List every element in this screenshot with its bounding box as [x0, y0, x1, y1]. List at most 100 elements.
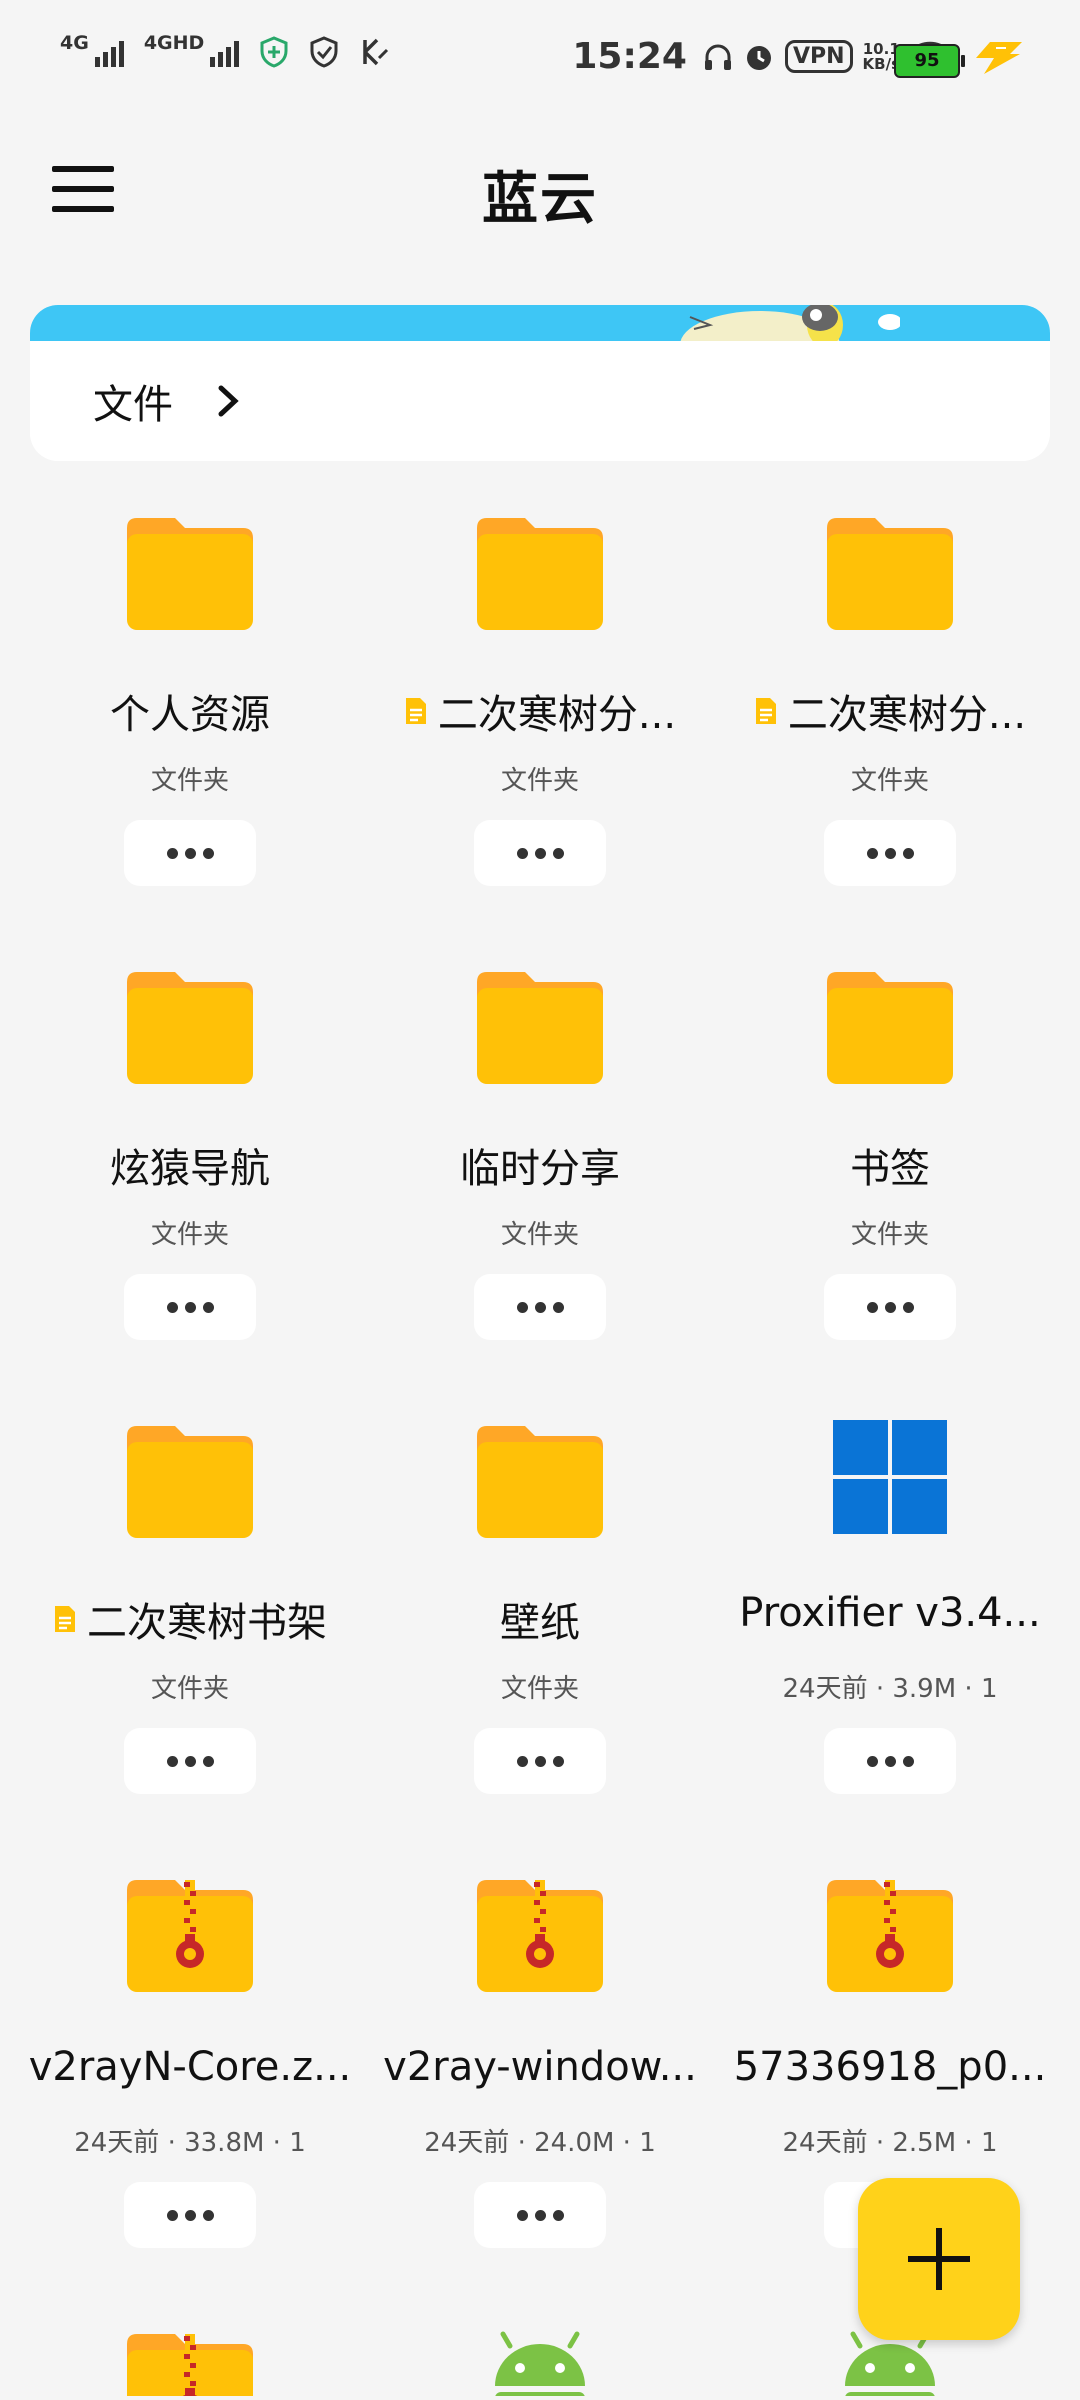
windows-exe-icon	[825, 1418, 955, 1538]
more-options-button[interactable]	[824, 1274, 956, 1340]
file-name: v2rayN-Core.z...	[15, 2044, 365, 2090]
folder-icon	[825, 964, 955, 1084]
document-icon	[404, 696, 428, 726]
more-horizontal-icon	[866, 1301, 914, 1313]
file-name-text: 二次寒树书架	[87, 1600, 327, 1646]
more-options-button[interactable]	[474, 1274, 606, 1340]
folder-icon	[475, 1418, 605, 1538]
more-horizontal-icon	[516, 847, 564, 859]
signal-bars-icon	[94, 37, 124, 67]
file-name: 57336918_p0...	[715, 2044, 1065, 2090]
document-icon	[53, 1604, 77, 1634]
file-meta: 24天前 · 2.5M · 1	[782, 2128, 998, 2158]
more-options-button[interactable]	[474, 2182, 606, 2248]
file-meta: 24天前 · 3.9M · 1	[782, 1674, 998, 1704]
file-item[interactable]: 二次寒树分... 文件夹	[715, 510, 1065, 964]
folder-icon	[475, 510, 605, 630]
file-name: 个人资源	[15, 682, 365, 740]
battery-indicator: 95	[894, 44, 965, 78]
file-name: 壁纸	[365, 1590, 715, 1648]
file-meta: 文件夹	[150, 1674, 229, 1704]
zip-archive-icon	[125, 2326, 255, 2396]
breadcrumb[interactable]: 文件	[30, 341, 1050, 461]
file-item[interactable]: 壁纸 文件夹	[365, 1418, 715, 1872]
file-name-text: v2rayN-Core.z...	[28, 2044, 352, 2090]
more-horizontal-icon	[866, 847, 914, 859]
file-item[interactable]: Proxifier v3.4... 24天前 · 3.9M · 1	[715, 1418, 1065, 1872]
file-item[interactable]: v2ray-window... 24天前 · 24.0M · 1	[365, 1872, 715, 2326]
network-type-1: 4G	[60, 32, 89, 54]
data-saver-icon	[363, 38, 389, 66]
more-options-button[interactable]	[124, 1274, 256, 1340]
file-name-text: 书签	[850, 1146, 930, 1192]
path-card: 文件	[30, 305, 1050, 461]
folder-icon	[475, 964, 605, 1084]
file-item[interactable]: 二次寒树分... 文件夹	[365, 510, 715, 964]
file-meta: 文件夹	[850, 1220, 929, 1250]
more-horizontal-icon	[516, 1755, 564, 1767]
file-name-text: v2ray-window...	[383, 2044, 697, 2090]
add-button[interactable]	[858, 2178, 1020, 2340]
vpn-badge: VPN	[784, 40, 853, 73]
file-item[interactable]	[15, 2326, 365, 2396]
file-name: Proxifier v3.4...	[715, 1590, 1065, 1636]
more-options-button[interactable]	[124, 1728, 256, 1794]
signal-sim1: 4G	[60, 32, 124, 67]
more-options-button[interactable]	[124, 820, 256, 886]
file-name-text: 个人资源	[110, 692, 270, 738]
file-meta: 文件夹	[850, 766, 929, 796]
more-horizontal-icon	[166, 1755, 214, 1767]
file-name-text: 二次寒树分...	[437, 692, 677, 738]
zip-archive-icon	[475, 1872, 605, 1992]
file-name-text: 57336918_p0...	[733, 2044, 1047, 2090]
more-options-button[interactable]	[824, 820, 956, 886]
clock: 15:24	[572, 36, 687, 77]
alarm-icon	[746, 45, 771, 70]
file-meta: 24天前 · 24.0M · 1	[424, 2128, 656, 2158]
shield-check-icon	[310, 36, 338, 68]
zip-archive-icon	[125, 1872, 255, 1992]
status-bar: 4G 4GHD 15:24 VPN 10.1 KB/s 95	[0, 0, 1080, 120]
more-horizontal-icon	[516, 1301, 564, 1313]
folder-icon	[125, 1418, 255, 1538]
more-options-button[interactable]	[474, 820, 606, 886]
page-title: 蓝云	[482, 167, 598, 232]
more-horizontal-icon	[166, 847, 214, 859]
file-meta: 文件夹	[150, 766, 229, 796]
more-options-button[interactable]	[824, 1728, 956, 1794]
zip-archive-icon	[825, 1872, 955, 1992]
more-options-button[interactable]	[474, 1728, 606, 1794]
app-bar: 蓝云	[0, 130, 1080, 260]
file-item[interactable]	[365, 2326, 715, 2396]
file-name-text: 临时分享	[460, 1146, 620, 1192]
more-horizontal-icon	[516, 2209, 564, 2221]
file-name-text: Proxifier v3.4...	[739, 1590, 1041, 1636]
file-name: v2ray-window...	[365, 2044, 715, 2090]
network-type-2: 4GHD	[143, 32, 205, 54]
folder-icon	[825, 510, 955, 630]
file-item[interactable]: 炫猿导航 文件夹	[15, 964, 365, 1418]
folder-icon	[125, 964, 255, 1084]
breadcrumb-root[interactable]: 文件	[93, 372, 173, 430]
status-left: 4G 4GHD	[60, 32, 389, 68]
file-name: 临时分享	[365, 1136, 715, 1194]
document-icon	[754, 696, 778, 726]
file-name-text: 壁纸	[500, 1600, 580, 1646]
file-item[interactable]: v2rayN-Core.z... 24天前 · 33.8M · 1	[15, 1872, 365, 2326]
file-name: 书签	[715, 1136, 1065, 1194]
more-options-button[interactable]	[124, 2182, 256, 2248]
folder-icon	[125, 510, 255, 630]
file-item[interactable]: 个人资源 文件夹	[15, 510, 365, 964]
file-item[interactable]: 书签 文件夹	[715, 964, 1065, 1418]
headphones-icon	[704, 44, 731, 70]
file-meta: 文件夹	[500, 1220, 579, 1250]
file-item[interactable]: 临时分享 文件夹	[365, 964, 715, 1418]
file-item[interactable]: 二次寒树书架文件夹	[15, 1418, 365, 1872]
charging-bolt-icon	[976, 42, 1022, 74]
signal-sim2: 4GHD	[143, 32, 240, 67]
file-meta: 24天前 · 33.8M · 1	[74, 2128, 306, 2158]
file-name: 二次寒树书架	[15, 1590, 365, 1648]
plus-icon	[908, 2228, 970, 2290]
more-horizontal-icon	[166, 1301, 214, 1313]
file-meta: 文件夹	[500, 1674, 579, 1704]
